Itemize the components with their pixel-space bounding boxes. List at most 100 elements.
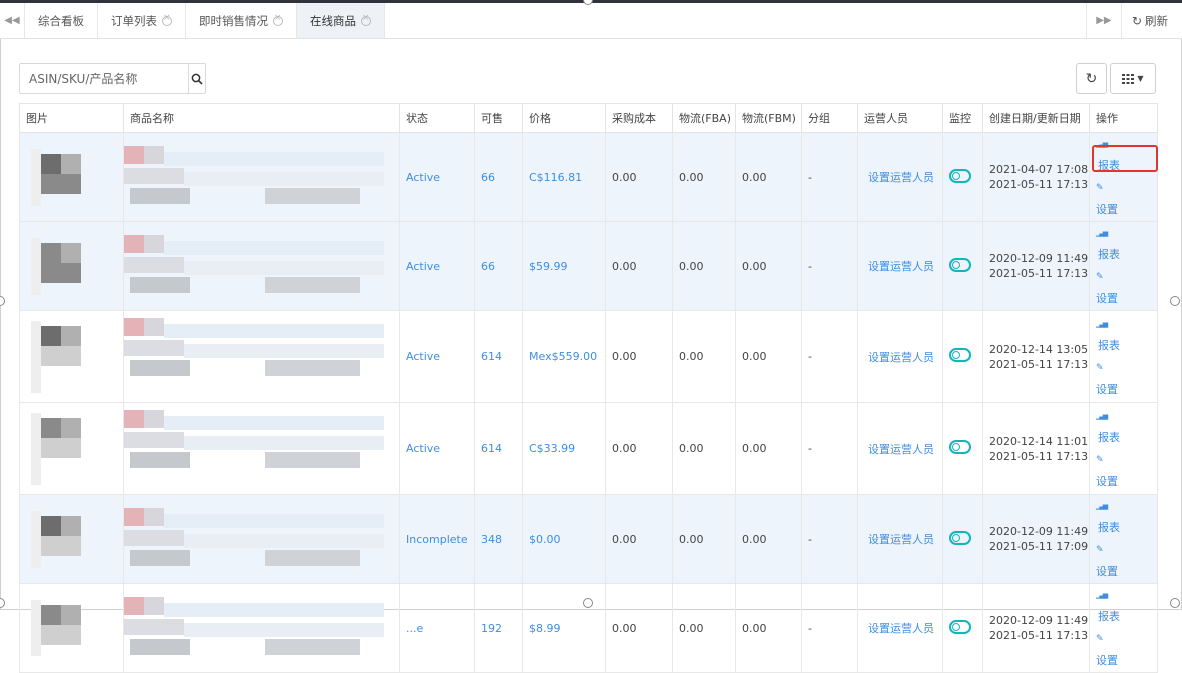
status[interactable]: Active xyxy=(406,442,440,455)
monitor-cell xyxy=(942,310,983,403)
set-operator-link[interactable]: 设置运营人员 xyxy=(868,622,934,635)
group: - xyxy=(808,621,812,635)
sellable-qty[interactable]: 192 xyxy=(481,622,502,635)
resize-handle[interactable] xyxy=(1170,296,1180,306)
column-header[interactable]: 状态 xyxy=(399,103,475,133)
group-cell: - xyxy=(801,402,858,495)
sellable-qty[interactable]: 614 xyxy=(481,442,502,455)
actions-cell: ▁▃▅ 报表 ✎ 设置 xyxy=(1089,310,1158,403)
tab-realtime-sales[interactable]: 即时销售情况 xyxy=(186,3,297,38)
settings-link[interactable]: ✎ 设置 xyxy=(1096,628,1151,672)
set-operator-link[interactable]: 设置运营人员 xyxy=(868,533,934,546)
columns-toggle-button[interactable]: ▼ xyxy=(1110,63,1156,94)
status-cell: Active xyxy=(399,221,475,311)
shipping-fba: 0.00 xyxy=(679,532,704,546)
edit-icon: ✎ xyxy=(1096,634,1104,644)
sellable-qty[interactable]: 66 xyxy=(481,171,495,184)
tab-online-products[interactable]: 在线商品 xyxy=(297,3,385,38)
actions: ▁▃▅ 报表 ✎ 设置 xyxy=(1096,495,1151,583)
monitor-toggle[interactable] xyxy=(949,348,971,362)
tab-dashboard[interactable]: 综合看板 xyxy=(25,3,98,38)
monitor-toggle[interactable] xyxy=(949,530,971,545)
double-right-icon[interactable]: ▶▶ xyxy=(1085,3,1121,38)
product-name[interactable] xyxy=(124,316,392,398)
report-link[interactable]: ▁▃▅ 报表 xyxy=(1096,313,1151,357)
column-header[interactable]: 物流(FBA) xyxy=(672,103,736,133)
search-button[interactable] xyxy=(188,64,205,93)
edit-icon: ✎ xyxy=(1096,272,1104,282)
set-operator-link[interactable]: 设置运营人员 xyxy=(868,260,934,273)
report-link[interactable]: ▁▃▅ 报表 xyxy=(1096,495,1151,539)
status[interactable]: Incomplete xyxy=(406,533,468,546)
refresh-icon: ↻ xyxy=(1131,13,1142,28)
column-header[interactable]: 创建日期/更新日期 xyxy=(982,103,1090,133)
tab-orders[interactable]: 订单列表 xyxy=(98,3,186,38)
price[interactable]: $59.99 xyxy=(529,260,568,273)
set-operator-link[interactable]: 设置运营人员 xyxy=(868,351,934,364)
settings-link[interactable]: ✎ 设置 xyxy=(1096,539,1151,583)
search-input[interactable] xyxy=(20,64,188,93)
refresh-table-button[interactable]: ↻ xyxy=(1076,63,1107,94)
double-left-icon[interactable]: ◀◀ xyxy=(0,3,25,38)
product-image[interactable] xyxy=(26,506,116,573)
sellable-qty[interactable]: 66 xyxy=(481,260,495,273)
close-icon[interactable] xyxy=(361,13,371,26)
product-name[interactable] xyxy=(124,233,392,300)
report-link[interactable]: ▁▃▅ 报表 xyxy=(1096,222,1151,266)
resize-handle[interactable] xyxy=(1170,598,1180,608)
blurred-content xyxy=(41,605,61,625)
settings-link[interactable]: ✎ 设置 xyxy=(1096,357,1151,401)
settings-link[interactable]: ✎ 设置 xyxy=(1096,266,1151,310)
monitor-toggle[interactable] xyxy=(949,257,971,272)
product-image[interactable] xyxy=(26,408,116,490)
monitor-toggle[interactable] xyxy=(949,440,971,454)
column-header[interactable]: 价格 xyxy=(522,103,606,133)
column-header[interactable]: 物流(FBM) xyxy=(735,103,802,133)
shipping-fbm: 0.00 xyxy=(742,170,767,184)
monitor-toggle[interactable] xyxy=(949,168,971,183)
refresh-tab-button[interactable]: ↻ 刷新 xyxy=(1120,3,1182,38)
report-link[interactable]: ▁▃▅ 报表 xyxy=(1096,584,1151,628)
product-name[interactable] xyxy=(124,595,392,661)
price[interactable]: C$33.99 xyxy=(529,442,575,455)
product-name-cell xyxy=(123,221,400,311)
price[interactable]: $0.00 xyxy=(529,533,561,546)
resize-handle[interactable] xyxy=(583,598,593,608)
set-operator-link[interactable]: 设置运营人员 xyxy=(868,443,934,456)
status[interactable]: Active xyxy=(406,350,440,363)
sellable-qty[interactable]: 348 xyxy=(481,533,502,546)
product-name[interactable] xyxy=(124,408,392,490)
settings-link[interactable]: ✎ 设置 xyxy=(1096,177,1151,221)
product-name[interactable] xyxy=(124,506,392,573)
created-date: 2020-12-09 11:49 xyxy=(989,525,1089,538)
monitor-toggle[interactable] xyxy=(949,619,971,634)
column-header[interactable]: 可售 xyxy=(474,103,523,133)
column-header[interactable]: 采购成本 xyxy=(605,103,673,133)
report-link[interactable]: ▁▃▅ 报表 xyxy=(1096,405,1151,449)
blurred-content xyxy=(144,507,164,526)
close-icon[interactable] xyxy=(162,13,172,26)
sellable-qty-cell: 348 xyxy=(474,494,523,584)
product-name[interactable] xyxy=(124,144,392,211)
actions: ▁▃▅ 报表 ✎ 设置 xyxy=(1096,405,1151,493)
sellable-qty-cell: 192 xyxy=(474,583,523,673)
price[interactable]: Mex$559.00 xyxy=(529,350,597,363)
product-image[interactable] xyxy=(26,595,116,661)
set-operator-link[interactable]: 设置运营人员 xyxy=(868,171,934,184)
blurred-content xyxy=(184,343,384,358)
product-image[interactable] xyxy=(26,144,116,211)
price[interactable]: C$116.81 xyxy=(529,171,582,184)
product-image[interactable] xyxy=(26,233,116,300)
dates: 2021-04-07 17:08 2021-05-11 17:13 xyxy=(989,162,1088,192)
shipping-fbm-cell: 0.00 xyxy=(735,132,802,222)
sellable-qty-cell: 66 xyxy=(474,221,523,311)
settings-link[interactable]: ✎ 设置 xyxy=(1096,449,1151,493)
status[interactable]: ...e xyxy=(406,622,423,635)
sellable-qty[interactable]: 614 xyxy=(481,350,502,363)
close-icon[interactable] xyxy=(273,13,283,26)
blurred-content xyxy=(130,276,190,293)
product-image[interactable] xyxy=(26,316,116,398)
status[interactable]: Active xyxy=(406,260,440,273)
status[interactable]: Active xyxy=(406,171,440,184)
price[interactable]: $8.99 xyxy=(529,622,561,635)
